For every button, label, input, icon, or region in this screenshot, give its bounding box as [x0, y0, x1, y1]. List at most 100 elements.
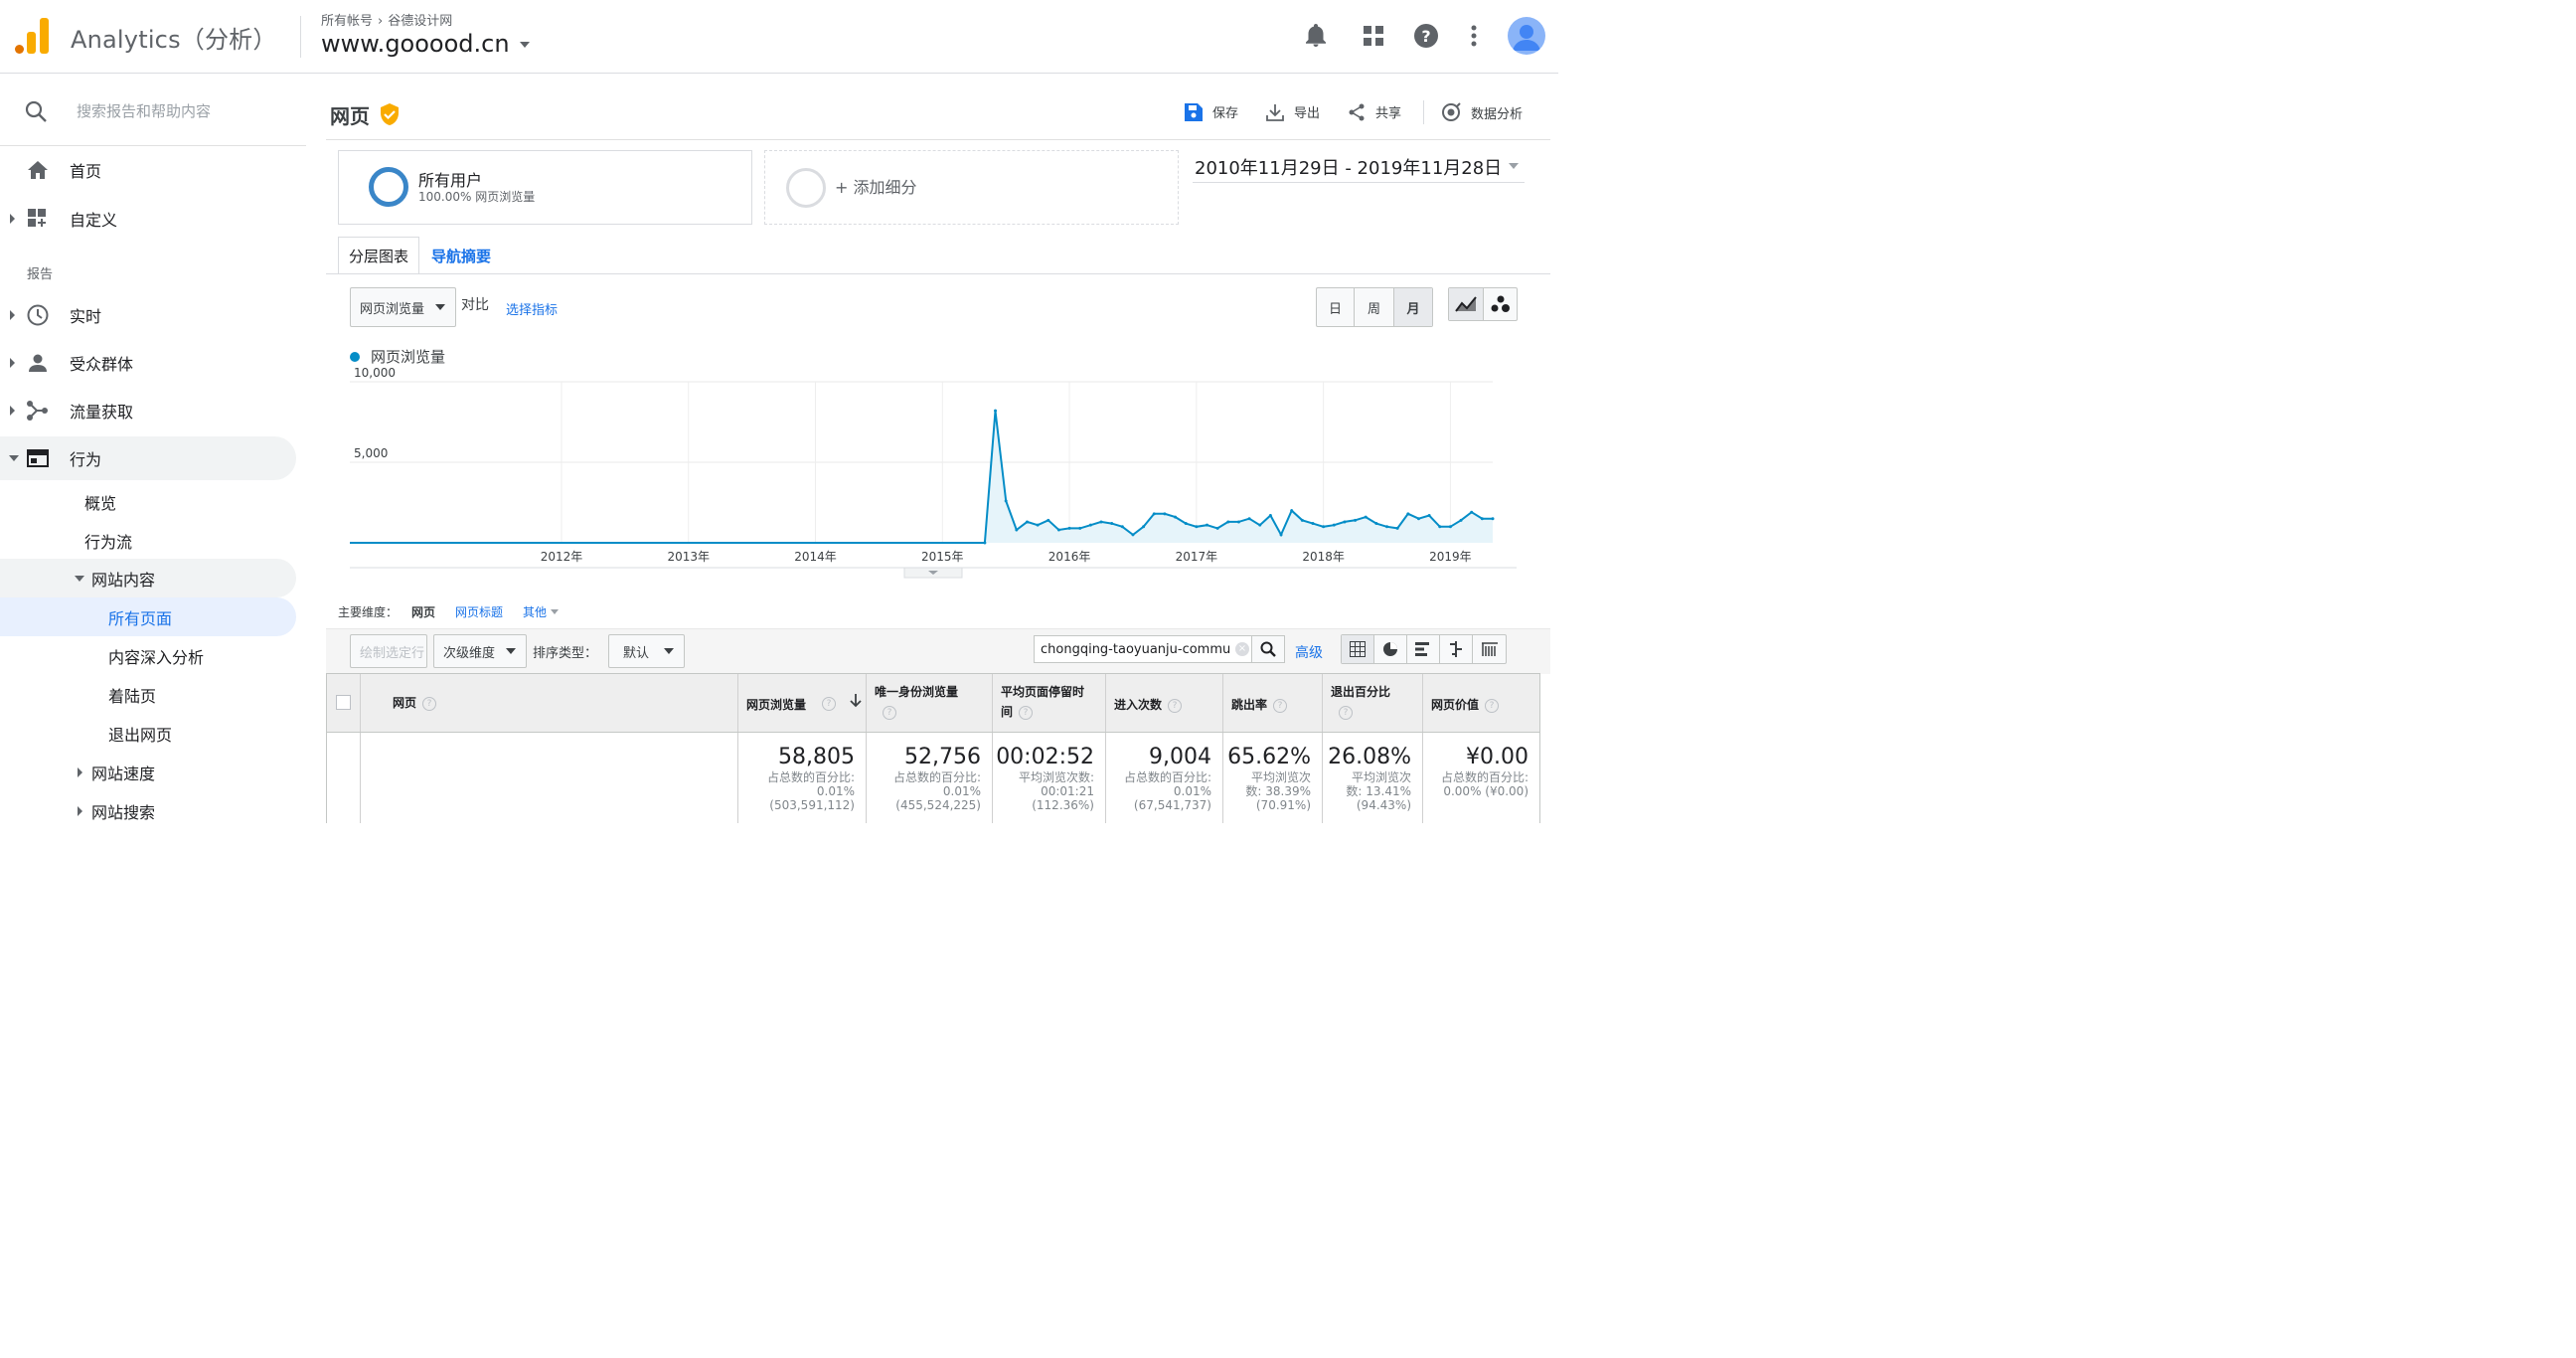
sidebar-item-audience[interactable]: 受众群体 [0, 341, 296, 385]
line-chart-button[interactable] [1449, 288, 1484, 320]
header-unique-pageviews[interactable]: 唯一身份浏览量? [867, 674, 993, 732]
breadcrumb-account[interactable]: 谷德设计网 [388, 14, 452, 29]
sort-arrow-down-icon[interactable] [850, 694, 862, 708]
chevron-right-icon[interactable] [78, 805, 82, 816]
save-button[interactable]: 保存 [1185, 102, 1238, 121]
bell-icon[interactable] [1302, 22, 1330, 50]
select-metric-link[interactable]: 选择指标 [506, 299, 558, 318]
help-icon[interactable]: ? [883, 705, 896, 720]
chevron-down-icon[interactable] [9, 455, 19, 461]
sidebar-item-landing-pages[interactable]: 着陆页 [0, 675, 296, 714]
help-icon[interactable]: ? [822, 697, 836, 711]
data-point [1374, 522, 1378, 526]
pivot-view-button[interactable] [1473, 635, 1506, 663]
chevron-down-icon[interactable] [75, 575, 84, 582]
secondary-dimension-select[interactable]: 次级维度 [433, 634, 527, 668]
property-selector[interactable]: www.gooood.cn [321, 30, 530, 58]
table-search-input[interactable]: chongqing-taoyuanju-commu × [1034, 635, 1285, 663]
sidebar-label-home: 首页 [70, 162, 102, 181]
chevron-right-icon[interactable] [78, 766, 82, 777]
line-chart-icon [1455, 296, 1477, 312]
dimension-other[interactable]: 其他 [523, 603, 547, 620]
more-vert-icon[interactable] [1460, 22, 1488, 50]
search-button[interactable] [1251, 636, 1284, 662]
chevron-down-icon [519, 42, 530, 48]
help-icon[interactable]: ? [1339, 705, 1353, 720]
date-range-picker[interactable]: 2010年11月29日 - 2019年11月28日 [1193, 151, 1525, 183]
sidebar-item-behavior-flow[interactable]: 行为流 [0, 519, 296, 563]
date-range-label: 2010年11月29日 - 2019年11月28日 [1195, 158, 1503, 179]
header-entrances[interactable]: 进入次数? [1106, 674, 1223, 732]
header-avg-time[interactable]: 平均页面停留时间? [993, 674, 1106, 732]
sidebar-item-all-pages[interactable]: 所有页面 [0, 597, 296, 636]
segment-all-users[interactable]: 所有用户 100.00% 网页浏览量 [338, 150, 752, 225]
sidebar-item-customize[interactable]: 自定义 [0, 197, 296, 241]
sidebar-item-realtime[interactable]: 实时 [0, 293, 296, 337]
analytics-logo[interactable] [15, 18, 49, 54]
metric-select[interactable]: 网页浏览量 [350, 287, 456, 327]
sidebar-item-exit-pages[interactable]: 退出网页 [0, 714, 296, 753]
help-icon[interactable]: ? [1168, 698, 1183, 713]
help-icon[interactable]: ? [422, 696, 437, 711]
dimension-page[interactable]: 网页 [411, 603, 435, 620]
sidebar-label-site-speed: 网站速度 [91, 764, 156, 783]
apps-grid-icon[interactable] [1360, 22, 1387, 50]
header-exit-percent[interactable]: 退出百分比? [1323, 674, 1423, 732]
clock-icon [27, 304, 49, 326]
sidebar-label-landing-pages: 着陆页 [108, 686, 157, 706]
sidebar-item-content-drilldown[interactable]: 内容深入分析 [0, 636, 296, 675]
help-icon[interactable]: ? [1485, 698, 1500, 713]
plot-rows-button[interactable]: 绘制选定行 [350, 634, 427, 668]
account-avatar[interactable] [1508, 17, 1545, 55]
breadcrumb[interactable]: 所有帐号 › 谷德设计网 [321, 10, 452, 29]
breadcrumb-all-accounts[interactable]: 所有帐号 [321, 14, 373, 29]
tab-explorer-label: 分层图表 [349, 247, 409, 265]
dimension-page-title[interactable]: 网页标题 [455, 603, 503, 620]
help-icon[interactable]: ? [1019, 705, 1034, 720]
header-avg-time-label: 平均页面停留时 [1001, 685, 1085, 699]
export-button[interactable]: 导出 [1266, 102, 1320, 121]
data-point [1088, 523, 1092, 527]
chevron-right-icon[interactable] [10, 406, 15, 416]
tab-navigation-summary[interactable]: 导航摘要 [421, 237, 501, 274]
sidebar-item-behavior[interactable]: 行为 [0, 436, 296, 480]
data-point [1184, 522, 1188, 526]
sidebar-item-home[interactable]: 首页 [0, 148, 296, 192]
header-unique-label: 唯一身份浏览量 [875, 685, 959, 699]
header-page-value[interactable]: 网页价值? [1423, 674, 1539, 732]
day-button[interactable]: 日 [1317, 288, 1355, 326]
select-all-checkbox[interactable] [336, 695, 351, 710]
bar-view-button[interactable] [1407, 635, 1440, 663]
header-bounce-rate[interactable]: 跳出率? [1223, 674, 1323, 732]
sidebar-item-site-speed[interactable]: 网站速度 [0, 753, 296, 791]
table-view-button[interactable] [1342, 635, 1374, 663]
comparison-view-button[interactable] [1440, 635, 1473, 663]
insights-button[interactable]: 数据分析 [1441, 102, 1523, 122]
chevron-right-icon[interactable] [10, 310, 15, 320]
add-segment-button[interactable]: + 添加细分 [764, 150, 1179, 225]
header-page[interactable]: 网页? [361, 674, 738, 732]
sort-type-select[interactable]: 默认 [608, 634, 685, 668]
chevron-right-icon[interactable] [10, 358, 15, 368]
tab-explorer[interactable]: 分层图表 [338, 237, 420, 274]
help-icon[interactable]: ? [1273, 698, 1288, 713]
clear-icon[interactable]: × [1235, 642, 1249, 656]
header-pageviews[interactable]: 网页浏览量 ? [738, 674, 867, 732]
pie-view-button[interactable] [1374, 635, 1407, 663]
sidebar-item-acquisition[interactable]: 流量获取 [0, 389, 296, 432]
total-pageviews: 58,805 占总数的百分比: 0.01% (503,591,112) [738, 733, 867, 823]
help-icon[interactable]: ? [1412, 22, 1440, 50]
pageviews-chart[interactable]: 5,000 10,000 2012年 2013年 2014年 2015年 2016年 2017… [326, 365, 1550, 584]
sidebar-search[interactable]: 搜索报告和帮助内容 [0, 75, 306, 146]
motion-chart-button[interactable] [1484, 288, 1517, 320]
share-button[interactable]: 共享 [1348, 102, 1401, 121]
sidebar-item-overview[interactable]: 概览 [0, 480, 296, 524]
sidebar-item-site-content[interactable]: 网站内容 [0, 559, 296, 597]
week-button[interactable]: 周 [1355, 288, 1394, 326]
total-unique-pageviews: 52,756 占总数的百分比: 0.01% (455,524,225) [867, 733, 993, 823]
table-toolbar: 绘制选定行 次级维度 排序类型： 默认 chongqing-taoyuanju-… [326, 628, 1550, 674]
sidebar-item-site-search[interactable]: 网站搜索 [0, 791, 296, 830]
month-button[interactable]: 月 [1394, 288, 1432, 326]
chevron-right-icon[interactable] [10, 214, 15, 224]
advanced-filter-link[interactable]: 高级 [1295, 642, 1323, 662]
